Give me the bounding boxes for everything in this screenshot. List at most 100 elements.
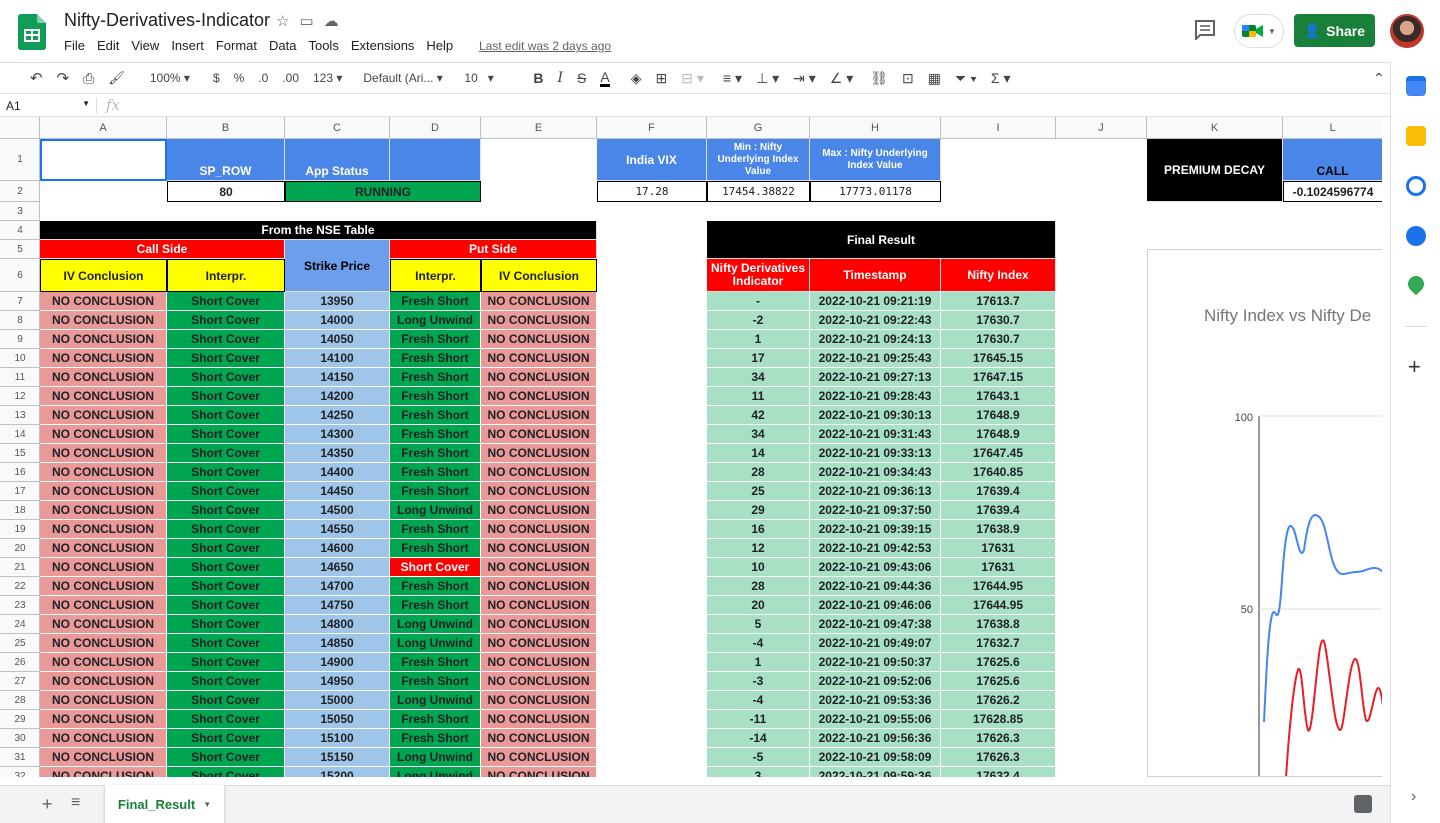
indicator-cell[interactable]: -3 [707, 672, 810, 691]
nifty-index-cell[interactable]: 17648.9 [941, 425, 1056, 444]
row-header-23[interactable]: 23 [0, 596, 40, 615]
column-header-h[interactable]: H [810, 117, 941, 139]
row-header-2[interactable]: 2 [0, 181, 40, 202]
strike-price-cell[interactable]: 15050 [285, 710, 390, 729]
timestamp-cell[interactable]: 2022-10-21 09:25:43 [810, 349, 941, 368]
nifty-index-cell[interactable]: 17639.4 [941, 482, 1056, 501]
put-iv-conclusion-cell[interactable]: NO CONCLUSION [481, 330, 597, 349]
indicator-cell[interactable]: 34 [707, 368, 810, 387]
max-index-label[interactable]: Max : Nifty Underlying Index Value [810, 139, 941, 181]
strike-price-cell[interactable]: 14500 [285, 501, 390, 520]
indicator-cell[interactable]: -11 [707, 710, 810, 729]
indicator-cell[interactable]: 1 [707, 330, 810, 349]
indicator-cell[interactable]: 1 [707, 653, 810, 672]
indicator-cell[interactable]: -5 [707, 748, 810, 767]
call-interpretation-cell[interactable]: Short Cover [167, 710, 285, 729]
strike-price-cell[interactable]: 14550 [285, 520, 390, 539]
put-iv-conclusion-cell[interactable]: NO CONCLUSION [481, 444, 597, 463]
put-iv-conclusion-cell[interactable]: NO CONCLUSION [481, 691, 597, 710]
indicator-header[interactable]: Nifty Derivatives Indicator [707, 259, 810, 292]
call-interpretation-cell[interactable]: Short Cover [167, 444, 285, 463]
column-header-c[interactable]: C [285, 117, 390, 139]
strike-price-cell[interactable]: 15100 [285, 729, 390, 748]
expand-panel-icon[interactable]: › [1411, 788, 1416, 806]
nifty-index-header[interactable]: Nifty Index [941, 259, 1056, 292]
call-interpretation-cell[interactable]: Short Cover [167, 558, 285, 577]
row-header-25[interactable]: 25 [0, 634, 40, 653]
menu-format[interactable]: Format [216, 38, 263, 53]
timestamp-cell[interactable]: 2022-10-21 09:59:36 [810, 767, 941, 777]
row-header-28[interactable]: 28 [0, 691, 40, 710]
formula-input[interactable] [130, 95, 1380, 116]
put-interpretation-cell[interactable]: Fresh Short [390, 292, 481, 311]
call-iv-conclusion-cell[interactable]: NO CONCLUSION [40, 539, 167, 558]
nifty-index-cell[interactable]: 17644.95 [941, 596, 1056, 615]
last-edit-link[interactable]: Last edit was 2 days ago [479, 39, 611, 53]
strike-price-cell[interactable]: 14700 [285, 577, 390, 596]
sp-row-value[interactable]: 80 [167, 181, 285, 202]
call-iv-conclusion-cell[interactable]: NO CONCLUSION [40, 482, 167, 501]
nifty-index-cell[interactable]: 17638.9 [941, 520, 1056, 539]
put-iv-conclusion-cell[interactable]: NO CONCLUSION [481, 577, 597, 596]
put-interpretation-cell[interactable]: Fresh Short [390, 539, 481, 558]
put-iv-conclusion-cell[interactable]: NO CONCLUSION [481, 558, 597, 577]
india-vix-value[interactable]: 17.28 [597, 181, 707, 202]
row-header-31[interactable]: 31 [0, 748, 40, 767]
call-iv-conclusion-cell[interactable]: NO CONCLUSION [40, 330, 167, 349]
undo-icon[interactable]: ↶ [30, 69, 43, 87]
call-interpretation-cell[interactable]: Short Cover [167, 406, 285, 425]
put-interpretation-cell[interactable]: Fresh Short [390, 349, 481, 368]
put-interpretation-cell[interactable]: Long Unwind [390, 501, 481, 520]
strike-price-cell[interactable]: 15000 [285, 691, 390, 710]
row-header-6[interactable]: 6 [0, 259, 40, 292]
call-iv-conclusion-cell[interactable]: NO CONCLUSION [40, 425, 167, 444]
call-interpretation-cell[interactable]: Short Cover [167, 368, 285, 387]
put-interpretation-cell[interactable]: Fresh Short [390, 672, 481, 691]
call-iv-conclusion-cell[interactable]: NO CONCLUSION [40, 444, 167, 463]
indicator-cell[interactable]: 12 [707, 539, 810, 558]
menu-edit[interactable]: Edit [97, 38, 125, 53]
strike-price-cell[interactable]: 14400 [285, 463, 390, 482]
app-status-value[interactable]: RUNNING [285, 181, 481, 202]
put-interpretation-cell[interactable]: Fresh Short [390, 463, 481, 482]
put-iv-conclusion-cell[interactable]: NO CONCLUSION [481, 729, 597, 748]
call-interpretation-cell[interactable]: Short Cover [167, 767, 285, 777]
call-iv-conclusion-cell[interactable]: NO CONCLUSION [40, 520, 167, 539]
india-vix-label[interactable]: India VIX [597, 139, 707, 181]
call-iv-conclusion-cell[interactable]: NO CONCLUSION [40, 349, 167, 368]
indicator-cell[interactable]: 28 [707, 463, 810, 482]
font-select[interactable]: Default (Ari... ▾ [363, 71, 443, 85]
call-interpretation-cell[interactable]: Short Cover [167, 349, 285, 368]
timestamp-cell[interactable]: 2022-10-21 09:39:15 [810, 520, 941, 539]
row-header-15[interactable]: 15 [0, 444, 40, 463]
timestamp-cell[interactable]: 2022-10-21 09:46:06 [810, 596, 941, 615]
put-interpretation-cell[interactable]: Fresh Short [390, 444, 481, 463]
meet-button[interactable]: ▼ [1234, 14, 1284, 48]
call-interpr-header[interactable]: Interpr. [167, 259, 285, 292]
put-interpretation-cell[interactable]: Fresh Short [390, 425, 481, 444]
row-header-13[interactable]: 13 [0, 406, 40, 425]
put-iv-conclusion-cell[interactable]: NO CONCLUSION [481, 767, 597, 777]
timestamp-cell[interactable]: 2022-10-21 09:22:43 [810, 311, 941, 330]
move-folder-icon[interactable]: ▭ [299, 12, 313, 30]
italic-icon[interactable]: I [558, 70, 564, 86]
sheets-logo-icon[interactable] [18, 14, 46, 50]
strike-price-cell[interactable]: 14350 [285, 444, 390, 463]
call-iv-conclusion-cell[interactable]: NO CONCLUSION [40, 501, 167, 520]
font-size-select[interactable]: 10 ▾ [464, 71, 512, 85]
share-button[interactable]: 👤 Share [1294, 14, 1375, 47]
call-iv-conclusion-cell[interactable]: NO CONCLUSION [40, 729, 167, 748]
nifty-index-cell[interactable]: 17632.7 [941, 634, 1056, 653]
insert-link-icon[interactable]: ⛓ [870, 70, 888, 87]
put-iv-conclusion-cell[interactable]: NO CONCLUSION [481, 520, 597, 539]
nifty-index-cell[interactable]: 17643.1 [941, 387, 1056, 406]
timestamp-cell[interactable]: 2022-10-21 09:58:09 [810, 748, 941, 767]
nifty-index-cell[interactable]: 17626.3 [941, 729, 1056, 748]
indicator-cell[interactable]: 42 [707, 406, 810, 425]
paint-format-icon[interactable]: 🖌 [108, 70, 125, 86]
text-rotation-icon[interactable]: ∠ ▾ [830, 70, 853, 87]
timestamp-cell[interactable]: 2022-10-21 09:30:13 [810, 406, 941, 425]
select-all-corner[interactable] [0, 117, 40, 139]
timestamp-cell[interactable]: 2022-10-21 09:33:13 [810, 444, 941, 463]
row-header-17[interactable]: 17 [0, 482, 40, 501]
